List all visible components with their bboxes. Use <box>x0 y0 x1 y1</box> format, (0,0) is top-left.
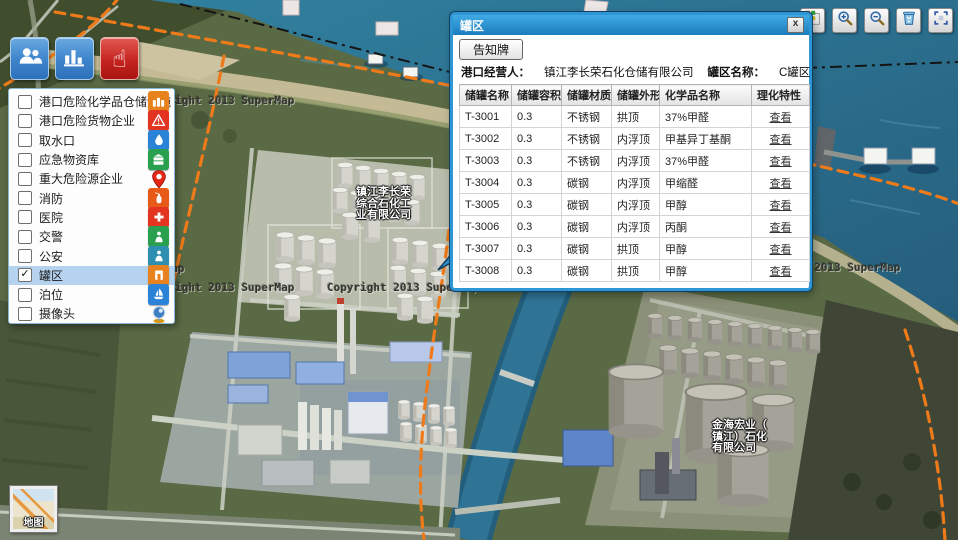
zoom-in-button[interactable] <box>832 8 857 33</box>
checkbox[interactable] <box>18 191 32 205</box>
area-value: C罐区 <box>779 67 810 79</box>
water-intake-icon <box>148 130 169 151</box>
dialog-title: 罐区 <box>460 17 484 34</box>
tank-table: 储罐名称 储罐容积 储罐材质 储罐外形 化学品名称 理化特性 T-30010.3… <box>459 84 810 282</box>
toolbar-left: ☝ <box>10 37 139 80</box>
checkbox[interactable] <box>18 230 32 244</box>
view-details-link[interactable]: 查看 <box>757 241 804 257</box>
zoom-out-icon <box>868 9 886 32</box>
checkbox[interactable] <box>18 153 32 167</box>
checkbox[interactable] <box>18 307 32 321</box>
danger-warning-icon <box>148 110 169 131</box>
fire-extinguisher-icon <box>148 188 169 209</box>
checkbox[interactable] <box>18 172 32 186</box>
table-row: T-30030.3不锈钢内浮顶37%甲醛 查看 <box>460 150 810 172</box>
fullscreen-icon <box>932 9 950 32</box>
users-icon <box>17 43 43 74</box>
emergency-supplies-icon <box>148 149 169 170</box>
view-details-link[interactable]: 查看 <box>757 263 804 279</box>
bar-chart-icon <box>62 44 87 74</box>
checkbox[interactable] <box>18 114 32 128</box>
minimap-label: 地图 <box>13 514 54 529</box>
table-row: T-30040.3碳钢内浮顶甲缩醛 查看 <box>460 172 810 194</box>
statistics-button[interactable] <box>55 37 94 80</box>
checkbox[interactable] <box>18 249 32 263</box>
hospital-cross-icon <box>148 207 169 228</box>
operator-value: 镇江李长荣石化仓储有限公司 <box>544 67 694 79</box>
minimap-switch-button[interactable]: 地图 <box>10 486 57 532</box>
view-details-link[interactable]: 查看 <box>757 197 804 213</box>
view-details-link[interactable]: 查看 <box>757 219 804 235</box>
view-details-link[interactable]: 查看 <box>757 175 804 191</box>
company-label-right: 金海宏业（ 镇江）石化 有限公司 <box>712 420 767 455</box>
notice-board-button[interactable]: 告知牌 <box>459 39 523 60</box>
hazmat-warehouse-icon <box>148 91 169 112</box>
table-header-row: 储罐名称 储罐容积 储罐材质 储罐外形 化学品名称 理化特性 <box>460 85 810 106</box>
view-details-link[interactable]: 查看 <box>757 153 804 169</box>
layer-panel: 港口危险化学品仓储设施 港口危险货物企业 取水口 应急物资库 重大危险源企业 消… <box>8 88 175 324</box>
operator-label: 港口经营人： <box>461 67 530 79</box>
view-details-link[interactable]: 查看 <box>757 109 804 125</box>
checkbox[interactable] <box>18 210 32 224</box>
checkbox[interactable] <box>18 288 32 302</box>
company-label-left: 镇江李长荣 综合石化工 业有限公司 <box>356 187 411 222</box>
app-window: Copyright 2013 SuperMap Copyright 2013 S… <box>0 0 958 540</box>
clear-icon <box>900 9 918 32</box>
area-label: 罐区名称： <box>708 67 766 79</box>
major-hazard-pin-icon <box>148 168 169 189</box>
public-security-icon <box>148 246 169 267</box>
view-details-link[interactable]: 查看 <box>757 131 804 147</box>
users-button[interactable] <box>10 37 49 80</box>
fullscreen-button[interactable] <box>928 8 953 33</box>
layer-icon-column <box>148 91 174 323</box>
tank-area-dialog: 罐区 x 告知牌 港口经营人： 镇江李长荣石化仓储有限公司 罐区名称： C罐区 储罐名… <box>450 12 812 291</box>
table-row: T-30060.3碳钢内浮顶丙酮 查看 <box>460 216 810 238</box>
table-row: T-30010.3不锈钢拱顶37%甲醛 查看 <box>460 106 810 128</box>
table-row: T-30050.3碳钢内浮顶甲醇 查看 <box>460 194 810 216</box>
dialog-titlebar[interactable]: 罐区 x <box>453 15 809 35</box>
select-mode-button[interactable]: ☝ <box>100 37 139 80</box>
touch-icon: ☝ <box>112 47 127 71</box>
toolbar-right <box>800 8 953 33</box>
berth-sailboat-icon <box>148 284 169 305</box>
zoom-in-icon <box>836 9 854 32</box>
camera-icon <box>148 303 169 324</box>
zoom-out-button[interactable] <box>864 8 889 33</box>
table-row: T-30070.3碳钢拱顶甲醇 查看 <box>460 238 810 260</box>
traffic-police-icon <box>148 226 169 247</box>
checkbox[interactable]: ✓ <box>18 268 32 282</box>
operator-info: 港口经营人：镇江李长荣石化仓储有限公司罐区名称：C罐区 <box>461 64 803 80</box>
table-row: T-30020.3不锈钢内浮顶甲基异丁基酮 查看 <box>460 128 810 150</box>
dialog-body: 告知牌 港口经营人： 镇江李长荣石化仓储有限公司 罐区名称： C罐区 储罐名称 储罐容… <box>453 35 809 288</box>
checkbox[interactable] <box>18 133 32 147</box>
table-row: T-30080.3碳钢拱顶甲醇 查看 <box>460 260 810 282</box>
checkbox[interactable] <box>18 95 32 109</box>
clear-button[interactable] <box>896 8 921 33</box>
tank-area-icon <box>148 265 169 286</box>
close-icon[interactable]: x <box>787 17 804 33</box>
